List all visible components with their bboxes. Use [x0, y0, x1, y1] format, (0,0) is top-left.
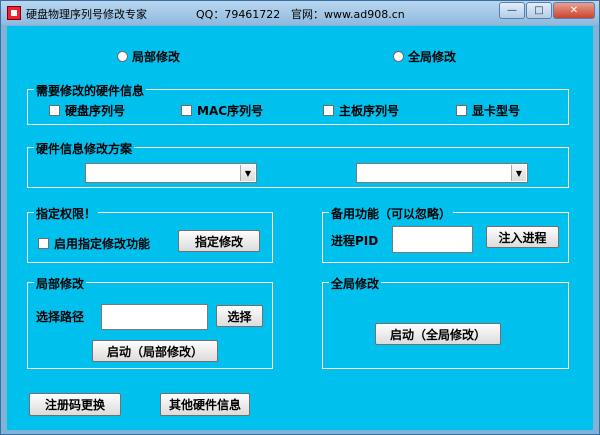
pid-label: 进程PID [331, 234, 379, 248]
checkbox-icon [49, 105, 60, 116]
website-info: 官网：www.ad908.cn [291, 8, 405, 21]
scheme-combo-2[interactable]: ▼ [356, 163, 528, 183]
check-disk-serial-label: 硬盘序列号 [65, 104, 126, 118]
chevron-down-icon[interactable]: ▼ [511, 165, 526, 181]
radio-global-mode[interactable]: 全局修改 [393, 48, 456, 65]
checkbox-icon [38, 238, 49, 249]
checkbox-icon [181, 105, 192, 116]
chevron-down-icon[interactable]: ▼ [240, 165, 255, 181]
check-enable-assign[interactable]: 启用指定修改功能 [38, 235, 150, 252]
scheme-combo-1[interactable]: ▼ [85, 163, 257, 183]
radio-global-label: 全局修改 [408, 50, 457, 64]
radio-local-mode[interactable]: 局部修改 [117, 48, 180, 65]
checkbox-icon [456, 105, 467, 116]
check-mac-serial[interactable]: MAC序列号 [181, 102, 263, 119]
check-gpu-model[interactable]: 显卡型号 [456, 102, 520, 119]
checkbox-icon [323, 105, 334, 116]
title-bar[interactable]: 硬盘物理序列号修改专家 QQ：79461722 官网：www.ad908.cn … [1, 1, 599, 25]
pid-input[interactable] [392, 226, 473, 253]
app-icon [7, 6, 21, 20]
maximize-icon[interactable]: □ [526, 2, 552, 19]
radio-global-icon [393, 51, 404, 62]
path-label: 选择路径 [36, 310, 85, 324]
main-window: 硬盘物理序列号修改专家 QQ：79461722 官网：www.ad908.cn … [0, 0, 600, 435]
local-modify-group: 局部修改 选择路径 选择 启动（局部修改） [27, 275, 273, 369]
backup-group-label: 备用功能（可以忽略） [329, 205, 454, 222]
radio-local-label: 局部修改 [132, 50, 181, 64]
start-local-button[interactable]: 启动（局部修改） [92, 340, 218, 362]
path-input[interactable] [101, 304, 208, 330]
radio-local-icon [117, 51, 128, 62]
close-icon[interactable]: ✕ [553, 2, 595, 19]
other-hardware-button[interactable]: 其他硬件信息 [160, 393, 250, 416]
permission-group: 指定权限！ 启用指定修改功能 指定修改 [27, 205, 273, 263]
check-board-serial[interactable]: 主板序列号 [323, 102, 399, 119]
check-gpu-model-label: 显卡型号 [472, 104, 521, 118]
minimize-icon[interactable]: — [499, 2, 525, 19]
check-enable-assign-label: 启用指定修改功能 [54, 237, 151, 251]
global-modify-group-label: 全局修改 [329, 275, 382, 292]
inject-process-button[interactable]: 注入进程 [486, 226, 559, 248]
hardware-group: 需要修改的硬件信息 硬盘序列号 MAC序列号 主板序列号 显卡型号 [27, 82, 569, 125]
scheme-group: 硬件信息修改方案 ▼ ▼ [27, 140, 569, 188]
window-title: 硬盘物理序列号修改专家 [26, 8, 147, 21]
assign-modify-button[interactable]: 指定修改 [178, 230, 260, 252]
check-disk-serial[interactable]: 硬盘序列号 [49, 102, 125, 119]
start-global-button[interactable]: 启动（全局修改） [375, 323, 501, 345]
select-path-button[interactable]: 选择 [216, 305, 263, 327]
permission-group-label: 指定权限！ [34, 205, 99, 222]
client-area: 局部修改 全局修改 需要修改的硬件信息 硬盘序列号 MAC序列号 主板序列号 显… [7, 26, 593, 430]
local-modify-group-label: 局部修改 [34, 275, 87, 292]
window-controls: — □ ✕ [498, 2, 595, 19]
hardware-group-label: 需要修改的硬件信息 [34, 82, 147, 99]
scheme-group-label: 硬件信息修改方案 [34, 140, 135, 157]
qq-info: QQ：79461722 [196, 8, 281, 21]
backup-group: 备用功能（可以忽略） 进程PID 注入进程 [322, 205, 569, 263]
check-board-serial-label: 主板序列号 [339, 104, 400, 118]
check-mac-serial-label: MAC序列号 [197, 104, 264, 118]
register-code-button[interactable]: 注册码更换 [29, 393, 121, 416]
global-modify-group: 全局修改 启动（全局修改） [322, 275, 569, 369]
